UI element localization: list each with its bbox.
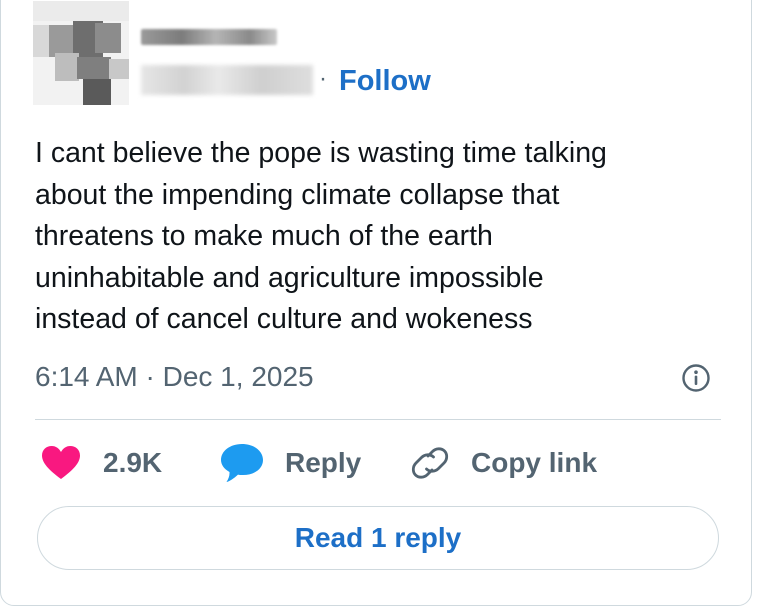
tweet-text-line: uninhabitable and agriculture impossible [35,261,544,294]
follow-button[interactable]: Follow [339,65,431,98]
display-name[interactable] [141,29,277,45]
heart-icon [42,446,80,479]
separator-dot: · [319,65,327,92]
link-icon [411,447,449,479]
copy-link-button[interactable]: Copy link [411,443,597,483]
reply-label: Reply [285,447,362,478]
avatar[interactable] [33,1,129,105]
divider [35,419,721,420]
speech-bubble-icon [221,444,263,482]
like-button[interactable]: 2.9K [41,443,162,483]
username-handle[interactable] [141,65,313,95]
tweet-text-line: threatens to make much of the earth [35,220,493,252]
copy-link-label: Copy link [471,447,598,478]
tweet-text-line: instead of cancel culture and wokeness [35,303,533,335]
tweet-text-line: I cant believe the pope is wasting time … [35,137,607,169]
read-replies-button[interactable]: Read 1 reply [37,506,719,570]
tweet-timestamp[interactable]: 6:14 AM · Dec 1, 2025 [35,361,314,393]
tweet-text-line: about the impending climate collapse tha… [35,178,560,211]
tweet-card: · Follow I cant believe the pope is wast… [0,0,752,606]
reply-button[interactable]: Reply [219,443,361,483]
tweet-text: I cant believe the pope is wasting time … [35,133,725,341]
info-icon[interactable] [681,363,711,393]
like-count: 2.9K [103,447,163,478]
